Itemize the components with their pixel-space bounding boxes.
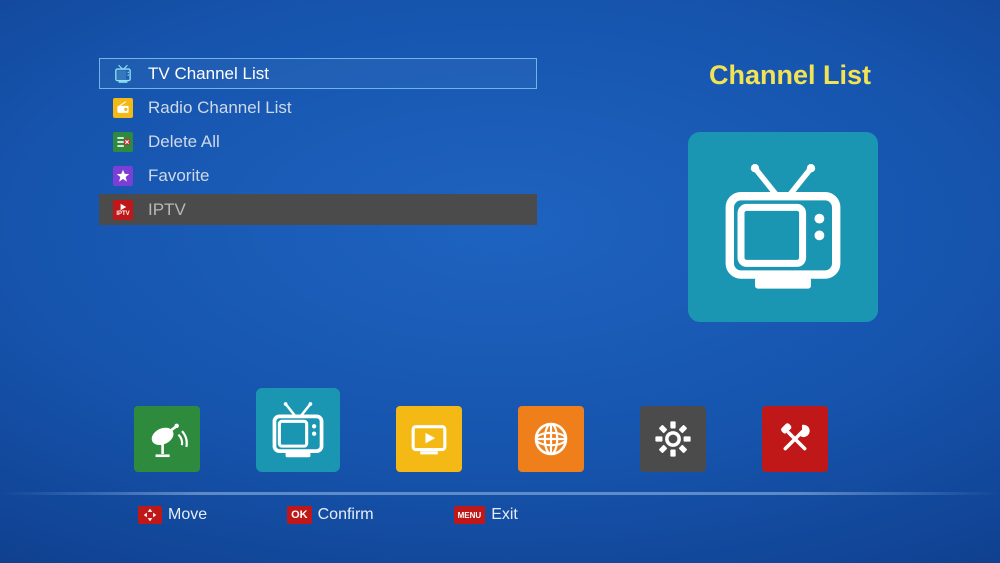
hint-label: Confirm <box>318 506 374 524</box>
key-menu: MENU <box>454 506 486 524</box>
tab-media[interactable] <box>396 406 462 472</box>
channel-tile <box>688 132 878 322</box>
menu-item-favorite[interactable]: Favorite <box>99 160 537 191</box>
menu-item-tv-channel-list[interactable]: TV Channel List <box>99 58 537 89</box>
menu-item-label: Radio Channel List <box>148 98 292 118</box>
hint-exit: MENU Exit <box>454 506 518 524</box>
tab-satellite[interactable] <box>134 406 200 472</box>
divider <box>0 492 1000 495</box>
tab-network[interactable] <box>518 406 584 472</box>
tv-icon <box>267 399 329 461</box>
hint-move: Move <box>138 506 207 524</box>
key-ok: OK <box>287 506 312 524</box>
hint-confirm: OK Confirm <box>287 506 374 524</box>
radio-icon <box>112 97 134 119</box>
hint-bar: Move OK Confirm MENU Exit <box>138 506 518 524</box>
menu-list: TV Channel List Radio Channel List <box>99 58 537 228</box>
tv-large-icon <box>713 157 853 297</box>
tab-settings[interactable] <box>640 406 706 472</box>
menu-item-label: TV Channel List <box>148 64 269 84</box>
key-arrows-icon <box>138 506 162 524</box>
hint-label: Exit <box>491 506 518 524</box>
media-icon <box>407 417 451 461</box>
menu-item-delete-all[interactable]: Delete All <box>99 126 537 157</box>
tools-icon <box>773 417 817 461</box>
panel-title: Channel List <box>680 60 900 91</box>
tab-channel[interactable] <box>256 388 340 472</box>
iptv-icon: IPTV <box>112 199 134 221</box>
menu-item-label: IPTV <box>148 200 186 220</box>
hint-label: Move <box>168 506 207 524</box>
menu-item-radio-channel-list[interactable]: Radio Channel List <box>99 92 537 123</box>
gear-icon <box>651 417 695 461</box>
tv-icon <box>112 63 134 85</box>
category-tabs <box>134 382 874 472</box>
iptv-icon-label: IPTV <box>116 211 129 217</box>
satellite-icon <box>145 417 189 461</box>
menu-item-label: Favorite <box>148 166 209 186</box>
globe-icon <box>529 417 573 461</box>
favorite-icon <box>112 165 134 187</box>
delete-icon <box>112 131 134 153</box>
menu-item-label: Delete All <box>148 132 220 152</box>
tab-tools[interactable] <box>762 406 828 472</box>
menu-item-iptv[interactable]: IPTV IPTV <box>99 194 537 225</box>
